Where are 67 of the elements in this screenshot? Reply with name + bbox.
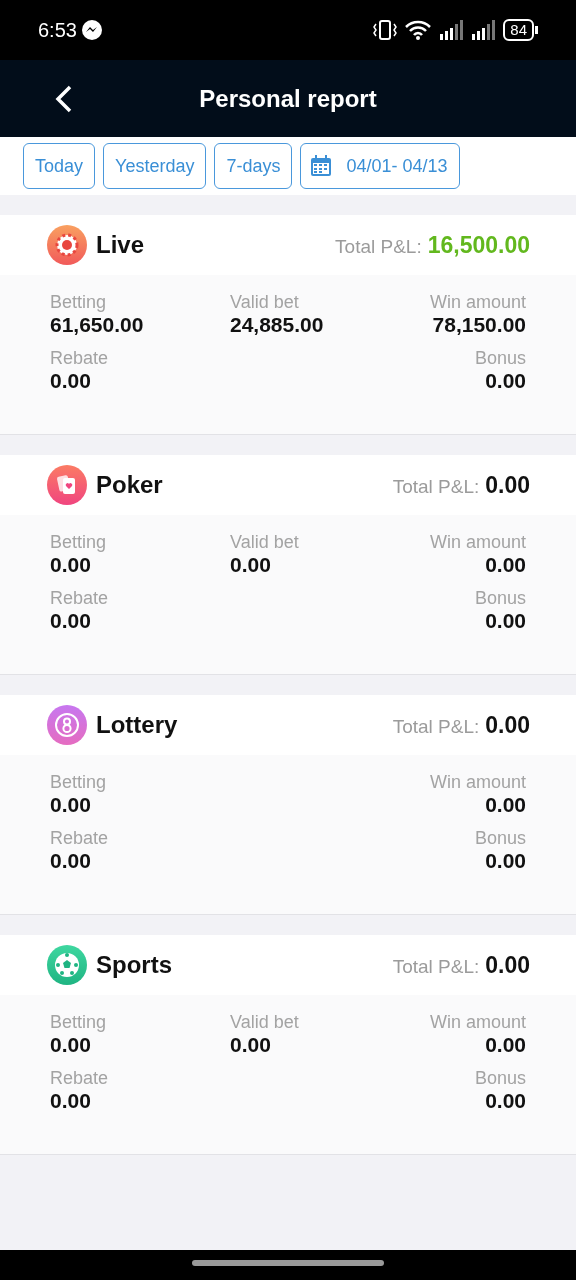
stat-label: Bonus	[473, 1067, 526, 1089]
stat-label: Win amount	[428, 531, 526, 553]
total-label: Total P&L:	[335, 234, 422, 259]
stat-value: 0.00	[50, 1089, 92, 1113]
signal-icon	[439, 20, 464, 40]
stat-value: 0.00	[484, 553, 526, 577]
stat-label: Valid bet	[230, 531, 300, 553]
stat-value: 0.00	[50, 849, 92, 873]
stat-value: 0.00	[50, 793, 92, 817]
stat-label: Valid bet	[230, 291, 300, 313]
lottery-ball-icon	[47, 705, 87, 745]
casino-chip-icon	[47, 225, 87, 265]
stat-value: 24,885.00	[230, 313, 325, 337]
calendar-icon	[310, 155, 333, 177]
messenger-icon	[80, 19, 103, 41]
total-value: 0.00	[485, 470, 530, 500]
stat-value: 0.00	[484, 849, 526, 873]
playing-cards-icon	[47, 465, 87, 505]
stat-label: Bonus	[473, 827, 526, 849]
stat-value: 0.00	[230, 1033, 272, 1057]
stat-value: 0.00	[50, 553, 92, 577]
stat-value: 0.00	[484, 1089, 526, 1113]
stat-label: Betting	[50, 1011, 108, 1033]
total-label: Total P&L:	[392, 954, 480, 979]
soccer-ball-icon	[47, 945, 87, 985]
stat-label: Bonus	[473, 347, 526, 369]
total-label: Total P&L:	[392, 714, 480, 739]
filter-button[interactable]: Yesterday	[103, 143, 207, 189]
total-value: 16,500.00	[427, 230, 530, 260]
stat-value: 0.00	[50, 1033, 92, 1057]
total-label: Total P&L:	[392, 474, 480, 499]
stat-label: Rebate	[50, 347, 110, 369]
stat-label: Win amount	[428, 1011, 526, 1033]
stat-label: Rebate	[50, 587, 110, 609]
stat-value: 0.00	[484, 369, 526, 393]
stat-label: Win amount	[428, 291, 526, 313]
signal-icon	[471, 20, 496, 40]
total-value: 0.00	[485, 950, 530, 980]
status-time: 6:53	[38, 18, 77, 43]
stat-label: Betting	[50, 531, 108, 553]
stat-label: Valid bet	[230, 1011, 300, 1033]
filter-button[interactable]: 7-days	[214, 143, 293, 189]
category-title: Sports	[96, 950, 172, 980]
vibrate-icon	[373, 19, 398, 41]
category-title: Live	[96, 230, 145, 260]
filter-button[interactable]: Today	[23, 143, 96, 189]
category-title: Poker	[96, 470, 163, 500]
stat-label: Win amount	[428, 771, 526, 793]
stat-label: Rebate	[50, 1067, 110, 1089]
stat-value: 0.00	[484, 609, 526, 633]
stat-value: 0.00	[484, 1033, 526, 1057]
date-range-button[interactable]: 04/01- 04/13	[300, 143, 460, 189]
stat-label: Rebate	[50, 827, 110, 849]
stat-value: 0.00	[50, 609, 92, 633]
stat-value: 0.00	[50, 369, 92, 393]
wifi-icon	[405, 20, 432, 40]
stat-label: Bonus	[473, 587, 526, 609]
stat-label: Betting	[50, 291, 108, 313]
stat-label: Betting	[50, 771, 108, 793]
stat-value: 0.00	[484, 793, 526, 817]
category-title: Lottery	[96, 710, 178, 740]
battery-level: 84	[503, 19, 534, 41]
stat-value: 61,650.00	[50, 313, 145, 337]
stat-value: 78,150.00	[431, 313, 526, 337]
stat-value: 0.00	[230, 553, 272, 577]
total-value: 0.00	[485, 710, 530, 740]
page-title: Personal report	[199, 83, 377, 114]
